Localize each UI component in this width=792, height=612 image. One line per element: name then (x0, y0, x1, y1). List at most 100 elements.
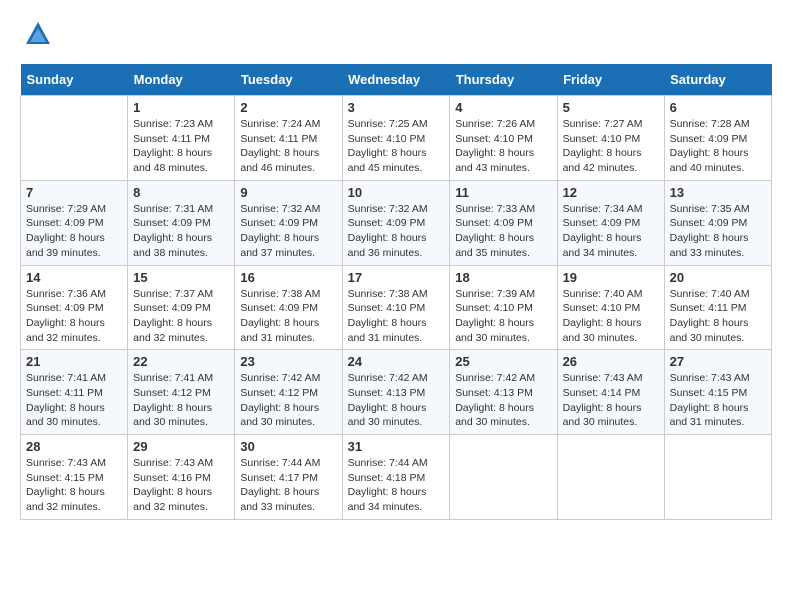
day-number: 5 (563, 100, 659, 115)
day-info: Sunrise: 7:38 AM Sunset: 4:10 PM Dayligh… (348, 287, 445, 346)
calendar-week-row: 7Sunrise: 7:29 AM Sunset: 4:09 PM Daylig… (21, 180, 772, 265)
weekday-header-tuesday: Tuesday (235, 64, 342, 96)
day-info: Sunrise: 7:38 AM Sunset: 4:09 PM Dayligh… (240, 287, 336, 346)
day-info: Sunrise: 7:33 AM Sunset: 4:09 PM Dayligh… (455, 202, 551, 261)
day-number: 10 (348, 185, 445, 200)
day-info: Sunrise: 7:41 AM Sunset: 4:11 PM Dayligh… (26, 371, 122, 430)
calendar-cell: 7Sunrise: 7:29 AM Sunset: 4:09 PM Daylig… (21, 180, 128, 265)
calendar-cell (21, 96, 128, 181)
day-info: Sunrise: 7:39 AM Sunset: 4:10 PM Dayligh… (455, 287, 551, 346)
day-info: Sunrise: 7:42 AM Sunset: 4:13 PM Dayligh… (455, 371, 551, 430)
calendar-week-row: 1 Sunrise: 7:23 AM Sunset: 4:11 PM Daylig… (21, 96, 772, 181)
day-number: 3 (348, 100, 445, 115)
day-number: 13 (670, 185, 766, 200)
day-number: 1 (133, 100, 229, 115)
day-info: Sunrise: 7:36 AM Sunset: 4:09 PM Dayligh… (26, 287, 122, 346)
calendar-cell: 21 Sunrise: 7:41 AM Sunset: 4:11 PM Dayli… (21, 350, 128, 435)
calendar-cell: 18Sunrise: 7:39 AM Sunset: 4:10 PM Dayli… (450, 265, 557, 350)
logo (20, 20, 52, 48)
day-info: Sunrise: 7:43 AM Sunset: 4:15 PM Dayligh… (26, 456, 122, 515)
day-number: 30 (240, 439, 336, 454)
calendar-cell: 13Sunrise: 7:35 AM Sunset: 4:09 PM Dayli… (664, 180, 771, 265)
calendar-cell (450, 435, 557, 520)
day-info: Sunrise: 7:43 AM Sunset: 4:15 PM Dayligh… (670, 371, 766, 430)
weekday-header-sunday: Sunday (21, 64, 128, 96)
calendar-cell: 1 Sunrise: 7:23 AM Sunset: 4:11 PM Daylig… (128, 96, 235, 181)
day-info: Sunrise: 7:40 AM Sunset: 4:11 PM Dayligh… (670, 287, 766, 346)
calendar-cell: 27 Sunrise: 7:43 AM Sunset: 4:15 PM Dayli… (664, 350, 771, 435)
day-number: 7 (26, 185, 122, 200)
calendar-cell: 16Sunrise: 7:38 AM Sunset: 4:09 PM Dayli… (235, 265, 342, 350)
calendar-week-row: 21 Sunrise: 7:41 AM Sunset: 4:11 PM Dayli… (21, 350, 772, 435)
day-number: 19 (563, 270, 659, 285)
calendar-cell: 25 Sunrise: 7:42 AM Sunset: 4:13 PM Dayli… (450, 350, 557, 435)
calendar-cell: 28 Sunrise: 7:43 AM Sunset: 4:15 PM Dayli… (21, 435, 128, 520)
calendar-cell: 26Sunrise: 7:43 AM Sunset: 4:14 PM Dayli… (557, 350, 664, 435)
calendar-cell: 17 Sunrise: 7:38 AM Sunset: 4:10 PM Dayli… (342, 265, 450, 350)
day-info: Sunrise: 7:34 AM Sunset: 4:09 PM Dayligh… (563, 202, 659, 261)
day-number: 2 (240, 100, 336, 115)
calendar-cell: 4 Sunrise: 7:26 AM Sunset: 4:10 PM Daylig… (450, 96, 557, 181)
day-info: Sunrise: 7:27 AM Sunset: 4:10 PM Dayligh… (563, 117, 659, 176)
day-info: Sunrise: 7:43 AM Sunset: 4:16 PM Dayligh… (133, 456, 229, 515)
calendar-cell: 24 Sunrise: 7:42 AM Sunset: 4:13 PM Dayli… (342, 350, 450, 435)
day-number: 15 (133, 270, 229, 285)
day-number: 27 (670, 354, 766, 369)
calendar-cell: 19 Sunrise: 7:40 AM Sunset: 4:10 PM Dayli… (557, 265, 664, 350)
calendar-cell: 8 Sunrise: 7:31 AM Sunset: 4:09 PM Daylig… (128, 180, 235, 265)
calendar-week-row: 14 Sunrise: 7:36 AM Sunset: 4:09 PM Dayli… (21, 265, 772, 350)
day-number: 12 (563, 185, 659, 200)
day-info: Sunrise: 7:40 AM Sunset: 4:10 PM Dayligh… (563, 287, 659, 346)
day-number: 29 (133, 439, 229, 454)
weekday-header-friday: Friday (557, 64, 664, 96)
calendar-cell: 15Sunrise: 7:37 AM Sunset: 4:09 PM Dayli… (128, 265, 235, 350)
day-number: 23 (240, 354, 336, 369)
day-number: 8 (133, 185, 229, 200)
calendar-cell: 9 Sunrise: 7:32 AM Sunset: 4:09 PM Daylig… (235, 180, 342, 265)
day-info: Sunrise: 7:32 AM Sunset: 4:09 PM Dayligh… (240, 202, 336, 261)
weekday-header-saturday: Saturday (664, 64, 771, 96)
calendar-cell: 14 Sunrise: 7:36 AM Sunset: 4:09 PM Dayli… (21, 265, 128, 350)
day-number: 6 (670, 100, 766, 115)
day-number: 20 (670, 270, 766, 285)
calendar-cell: 30 Sunrise: 7:44 AM Sunset: 4:17 PM Dayli… (235, 435, 342, 520)
day-number: 11 (455, 185, 551, 200)
day-info: Sunrise: 7:44 AM Sunset: 4:18 PM Dayligh… (348, 456, 445, 515)
day-number: 9 (240, 185, 336, 200)
weekday-header-wednesday: Wednesday (342, 64, 450, 96)
day-number: 4 (455, 100, 551, 115)
day-number: 17 (348, 270, 445, 285)
day-info: Sunrise: 7:42 AM Sunset: 4:12 PM Dayligh… (240, 371, 336, 430)
day-number: 26 (563, 354, 659, 369)
day-info: Sunrise: 7:26 AM Sunset: 4:10 PM Dayligh… (455, 117, 551, 176)
day-info: Sunrise: 7:42 AM Sunset: 4:13 PM Dayligh… (348, 371, 445, 430)
page-header (20, 20, 772, 48)
calendar-cell: 10 Sunrise: 7:32 AM Sunset: 4:09 PM Dayli… (342, 180, 450, 265)
calendar-cell (664, 435, 771, 520)
day-info: Sunrise: 7:28 AM Sunset: 4:09 PM Dayligh… (670, 117, 766, 176)
day-number: 14 (26, 270, 122, 285)
weekday-header-row: SundayMondayTuesdayWednesdayThursdayFrid… (21, 64, 772, 96)
day-number: 25 (455, 354, 551, 369)
day-number: 24 (348, 354, 445, 369)
day-info: Sunrise: 7:25 AM Sunset: 4:10 PM Dayligh… (348, 117, 445, 176)
day-number: 22 (133, 354, 229, 369)
calendar-cell (557, 435, 664, 520)
day-info: Sunrise: 7:32 AM Sunset: 4:09 PM Dayligh… (348, 202, 445, 261)
day-number: 21 (26, 354, 122, 369)
logo-icon (24, 20, 52, 48)
calendar-cell: 23 Sunrise: 7:42 AM Sunset: 4:12 PM Dayli… (235, 350, 342, 435)
day-info: Sunrise: 7:41 AM Sunset: 4:12 PM Dayligh… (133, 371, 229, 430)
calendar-cell: 6 Sunrise: 7:28 AM Sunset: 4:09 PM Daylig… (664, 96, 771, 181)
day-number: 28 (26, 439, 122, 454)
calendar-cell: 12 Sunrise: 7:34 AM Sunset: 4:09 PM Dayli… (557, 180, 664, 265)
day-info: Sunrise: 7:44 AM Sunset: 4:17 PM Dayligh… (240, 456, 336, 515)
day-info: Sunrise: 7:23 AM Sunset: 4:11 PM Dayligh… (133, 117, 229, 176)
calendar-week-row: 28 Sunrise: 7:43 AM Sunset: 4:15 PM Dayli… (21, 435, 772, 520)
calendar-table: SundayMondayTuesdayWednesdayThursdayFrid… (20, 64, 772, 520)
calendar-cell: 20 Sunrise: 7:40 AM Sunset: 4:11 PM Dayli… (664, 265, 771, 350)
calendar-cell: 22 Sunrise: 7:41 AM Sunset: 4:12 PM Dayli… (128, 350, 235, 435)
calendar-cell: 29 Sunrise: 7:43 AM Sunset: 4:16 PM Dayli… (128, 435, 235, 520)
day-info: Sunrise: 7:31 AM Sunset: 4:09 PM Dayligh… (133, 202, 229, 261)
calendar-cell: 11 Sunrise: 7:33 AM Sunset: 4:09 PM Dayli… (450, 180, 557, 265)
